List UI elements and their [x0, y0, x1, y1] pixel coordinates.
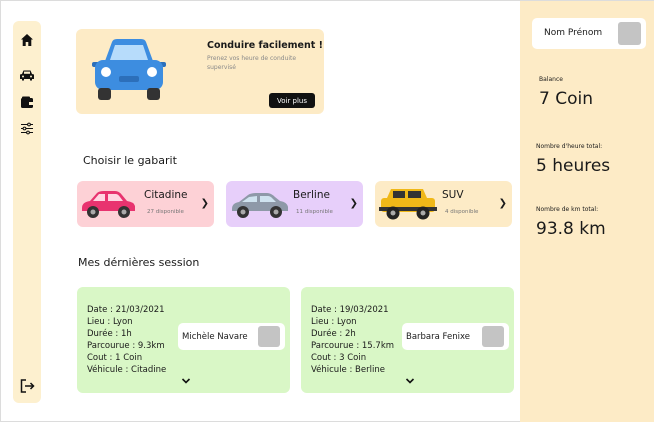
hero-title: Conduire facilement !: [207, 40, 323, 51]
gabarit-count: 4 disponible: [445, 209, 479, 215]
session-date: Date : 21/03/2021: [87, 305, 165, 315]
driver-name: Barbara Fenixe: [406, 332, 470, 342]
gabarit-card-citadine[interactable]: Citadine 27 disponible ❯: [77, 181, 214, 227]
driver-pill[interactable]: Barbara Fenixe: [402, 323, 509, 350]
avatar: [482, 326, 504, 347]
gabarit-name: Berline: [293, 189, 330, 201]
hours-value: 5 heures: [536, 156, 611, 176]
sessions-section-title: Mes dérnières session: [78, 256, 200, 269]
session-duree: Durée : 2h: [311, 329, 356, 339]
session-parcourue: Parcourue : 9.3km: [87, 341, 165, 351]
driver-pill[interactable]: Michèle Navare: [178, 323, 285, 350]
driver-name: Michèle Navare: [182, 332, 248, 342]
sidebar: [13, 21, 41, 403]
session-details: Date : 21/03/2021 Lieu : Lyon Durée : 1h…: [87, 304, 166, 376]
km-value: 93.8 km: [536, 219, 606, 239]
session-vehicule: Véhicule : Citadine: [87, 365, 167, 375]
profile-panel: Nom Prénom Balance 7 Coin Nombre d'heure…: [520, 1, 654, 422]
km-label: Nombre de km total:: [536, 206, 599, 213]
app-window: Conduire facilement ! Prenez vos heure d…: [0, 0, 654, 422]
balance-label: Balance: [539, 76, 563, 83]
see-more-button[interactable]: Voir plus: [269, 93, 315, 108]
session-parcourue: Parcourue : 15.7km: [311, 341, 395, 351]
hours-label: Nombre d'heure total:: [536, 143, 603, 150]
chevron-right-icon[interactable]: ❯: [499, 198, 507, 209]
chevron-down-icon[interactable]: [405, 377, 415, 385]
gabarit-section-title: Choisir le gabarit: [83, 154, 177, 167]
chevron-right-icon[interactable]: ❯: [350, 198, 358, 209]
hero-card: Conduire facilement ! Prenez vos heure d…: [76, 29, 324, 114]
gabarit-count: 27 disponible: [147, 209, 184, 215]
gabarit-name: SUV: [442, 189, 464, 201]
session-date: Date : 19/03/2021: [311, 305, 389, 315]
wallet-icon[interactable]: [18, 93, 36, 111]
yellow-suv-illustration: [379, 189, 437, 220]
chevron-down-icon[interactable]: [181, 377, 191, 385]
avatar: [258, 326, 280, 347]
session-card: Date : 21/03/2021 Lieu : Lyon Durée : 1h…: [77, 287, 290, 393]
session-duree: Durée : 1h: [87, 329, 132, 339]
gabarit-name: Citadine: [144, 189, 188, 201]
session-cout: Cout : 3 Coin: [311, 353, 367, 363]
home-icon[interactable]: [18, 31, 36, 49]
user-name: Nom Prénom: [544, 28, 603, 38]
hero-subtitle: Prenez vos heure de conduite supervisé: [207, 55, 297, 71]
session-card: Date : 19/03/2021 Lieu : Lyon Durée : 2h…: [301, 287, 514, 393]
settings-sliders-icon[interactable]: [18, 119, 36, 137]
gabarit-card-suv[interactable]: SUV 4 disponible ❯: [375, 181, 512, 227]
chevron-right-icon[interactable]: ❯: [201, 198, 209, 209]
logout-icon[interactable]: [18, 377, 36, 395]
user-pill[interactable]: Nom Prénom: [532, 18, 646, 49]
balance-value: 7 Coin: [539, 89, 593, 109]
avatar: [618, 22, 641, 45]
blue-car-illustration: [92, 39, 166, 100]
session-vehicule: Véhicule : Berline: [311, 365, 385, 375]
session-lieu: Lieu : Lyon: [311, 317, 357, 327]
session-details: Date : 19/03/2021 Lieu : Lyon Durée : 2h…: [311, 304, 394, 376]
grey-car-illustration: [232, 193, 288, 218]
session-cout: Cout : 1 Coin: [87, 353, 143, 363]
gabarit-card-berline[interactable]: Berline 11 disponible ❯: [226, 181, 363, 227]
session-lieu: Lieu : Lyon: [87, 317, 133, 327]
car-icon[interactable]: [18, 66, 36, 84]
gabarit-count: 11 disponible: [296, 209, 333, 215]
pink-car-illustration: [82, 191, 135, 218]
